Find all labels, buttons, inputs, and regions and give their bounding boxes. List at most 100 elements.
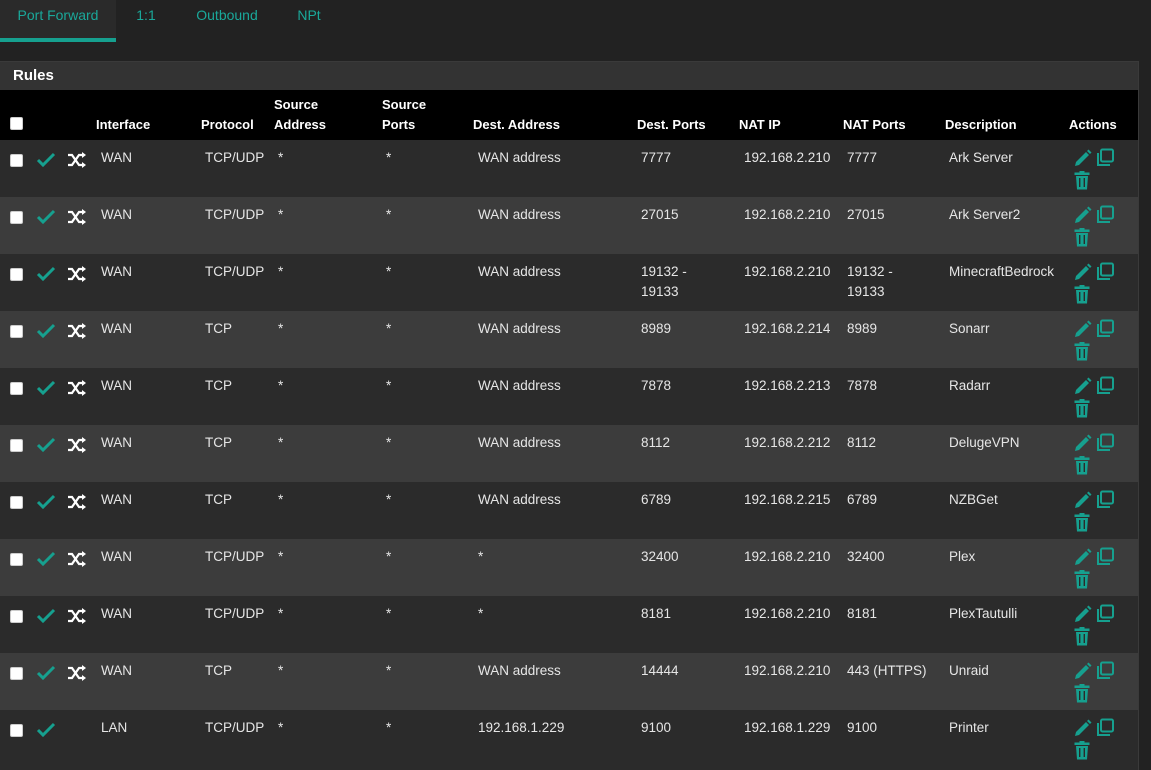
check-icon[interactable] [36,209,56,225]
cell-nat-ports: 6789 [847,490,877,510]
check-icon[interactable] [36,551,56,567]
row-select-checkbox[interactable] [10,268,23,281]
cell-description: Ark Server [949,150,1013,165]
pencil-icon[interactable] [1073,434,1093,452]
select-all-checkbox[interactable] [10,117,23,130]
cell-nat-ports: 8181 [847,604,877,624]
copy-icon[interactable] [1095,547,1115,566]
check-icon[interactable] [36,494,56,510]
copy-icon[interactable] [1095,490,1115,509]
check-icon[interactable] [36,266,56,282]
copy-icon[interactable] [1095,319,1115,338]
table-row: WAN TCP/UDP * * * 32400 192.168.2.210 32… [0,539,1138,596]
cell-dest-ports: 7777 [641,148,671,168]
col-dest-address[interactable]: Dest. Address [473,115,560,135]
cell-nat-ports: 8112 [847,433,876,453]
cell-line: 32400 [847,549,885,564]
copy-icon[interactable] [1095,661,1115,680]
cell-protocol: TCP [205,435,232,450]
pencil-icon[interactable] [1073,377,1093,395]
pencil-icon[interactable] [1073,605,1093,623]
pencil-icon[interactable] [1073,548,1093,566]
pencil-icon[interactable] [1073,491,1093,509]
table-row: WAN TCP/UDP * * WAN address 7777 192.168… [0,140,1138,197]
col-nat-ip[interactable]: NAT IP [739,115,781,135]
panel-heading: Rules [0,62,1138,90]
col-source-address-line1: Source [274,97,319,112]
row-select-checkbox[interactable] [10,496,23,509]
col-protocol[interactable]: Protocol [201,115,254,135]
shuffle-icon [68,266,86,282]
pencil-icon[interactable] [1073,206,1093,224]
row-select-checkbox[interactable] [10,211,23,224]
cell-interface: WAN [101,207,132,222]
cell-line: 9100 [847,720,878,735]
cell-line: 7777 [847,150,878,165]
trash-icon[interactable] [1074,285,1090,304]
row-select-checkbox[interactable] [10,325,23,338]
cell-source-address: * [278,663,284,678]
check-icon[interactable] [36,665,56,681]
copy-icon[interactable] [1095,376,1115,395]
check-icon[interactable] [36,608,56,624]
table-row: LAN TCP/UDP * * 192.168.1.229 9100 192.1… [0,710,1138,767]
copy-icon[interactable] [1095,148,1115,167]
pencil-icon[interactable] [1073,263,1093,281]
trash-icon[interactable] [1074,228,1090,247]
copy-icon[interactable] [1095,718,1115,737]
copy-icon[interactable] [1095,433,1115,452]
cell-dest-ports: 6789 [641,490,671,510]
trash-icon[interactable] [1074,513,1090,532]
check-icon[interactable] [36,380,56,396]
row-select-checkbox[interactable] [10,724,23,737]
cell-protocol: TCP/UDP [205,264,265,279]
cell-interface: WAN [101,150,132,165]
pencil-icon[interactable] [1073,662,1093,680]
tab-one-to-one[interactable]: 1:1 [130,0,162,42]
check-icon[interactable] [36,152,56,168]
tab-outbound[interactable]: Outbound [188,0,266,42]
pencil-icon[interactable] [1073,719,1093,737]
tab-port-forward[interactable]: Port Forward [0,0,116,42]
trash-icon[interactable] [1074,570,1090,589]
table-row: WAN TCP/UDP * * WAN address 19132 - 19133… [0,254,1138,311]
cell-nat-ip: 192.168.2.210 [744,549,831,564]
panel-title: Rules [13,67,54,84]
tab-npt[interactable]: NPt [289,0,329,42]
cell-line: 8989 [847,321,878,336]
col-source-ports[interactable]: Source Ports [382,95,426,135]
cell-source-address: * [278,606,284,621]
cell-source-address: * [278,264,284,279]
cell-description: Radarr [949,378,991,393]
trash-icon[interactable] [1074,399,1090,418]
row-select-checkbox[interactable] [10,154,23,167]
trash-icon[interactable] [1074,741,1090,760]
col-nat-ports[interactable]: NAT Ports [843,115,906,135]
trash-icon[interactable] [1074,342,1090,361]
row-select-checkbox[interactable] [10,667,23,680]
check-icon[interactable] [36,323,56,339]
row-select-checkbox[interactable] [10,553,23,566]
copy-icon[interactable] [1095,205,1115,224]
trash-icon[interactable] [1074,627,1090,646]
check-icon[interactable] [36,722,56,738]
row-select-checkbox[interactable] [10,439,23,452]
trash-icon[interactable] [1074,171,1090,190]
shuffle-icon [68,209,86,225]
pencil-icon[interactable] [1073,149,1093,167]
col-source-address[interactable]: Source Address [274,95,326,135]
cell-source-ports: * [386,492,392,507]
row-select-checkbox[interactable] [10,382,23,395]
cell-dest-address: WAN address [478,378,561,393]
col-dest-ports[interactable]: Dest. Ports [637,115,706,135]
trash-icon[interactable] [1074,684,1090,703]
col-interface[interactable]: Interface [96,115,150,135]
col-description[interactable]: Description [945,115,1017,135]
trash-icon[interactable] [1074,456,1090,475]
copy-icon[interactable] [1095,262,1115,281]
row-select-checkbox[interactable] [10,610,23,623]
check-icon[interactable] [36,437,56,453]
cell-line: 8112 [847,435,877,450]
pencil-icon[interactable] [1073,320,1093,338]
copy-icon[interactable] [1095,604,1115,623]
